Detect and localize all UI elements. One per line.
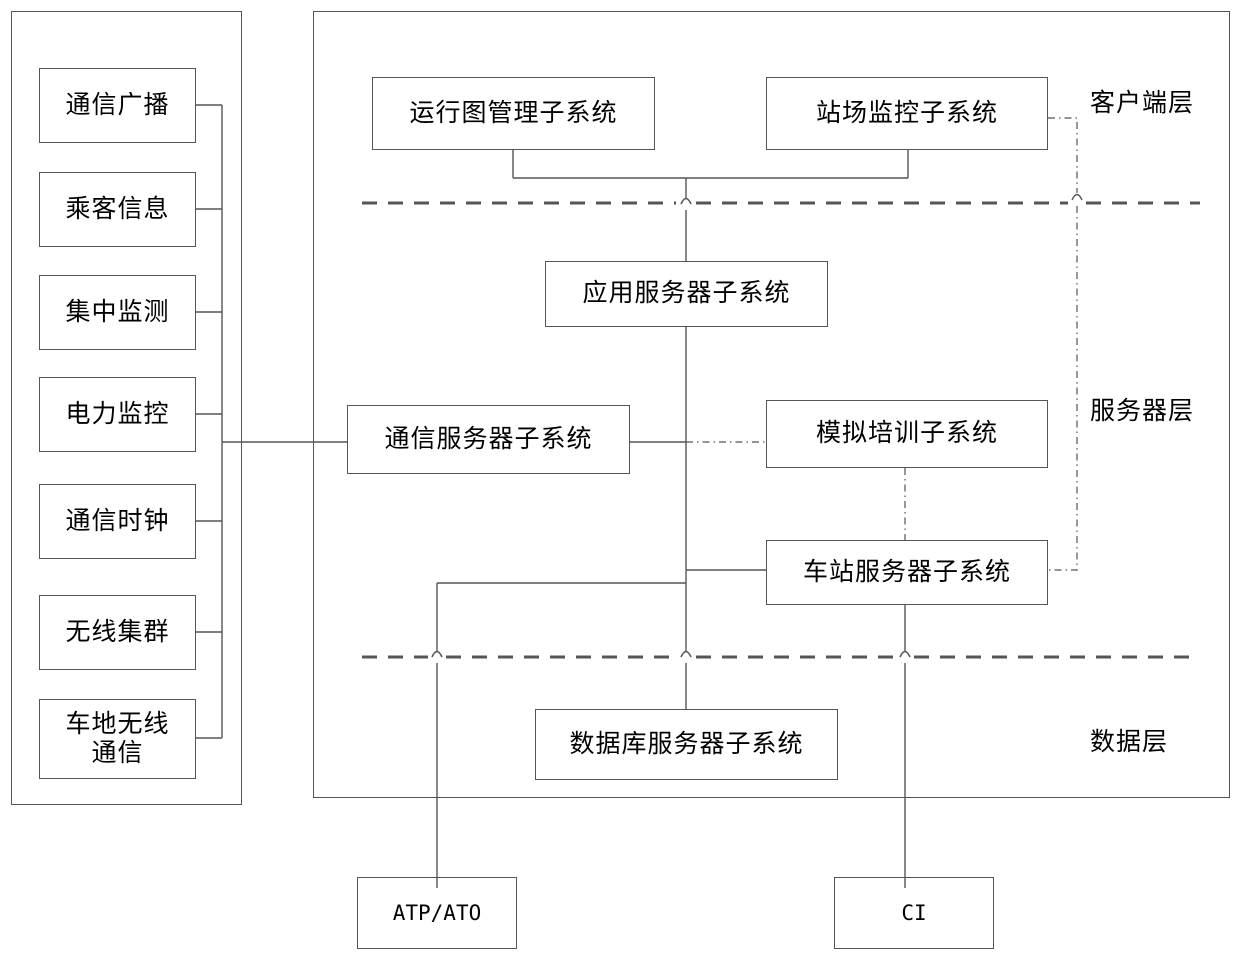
layer-label-server: 服务器层 xyxy=(1090,398,1195,425)
node-label: 模拟培训子系统 xyxy=(815,420,998,448)
node-label: 通信服务器子系统 xyxy=(384,425,593,453)
node-yard-monitoring[interactable]: 站场监控子系统 xyxy=(766,77,1048,150)
layer-label-data: 数据层 xyxy=(1090,729,1169,756)
node-station-server[interactable]: 车站服务器子系统 xyxy=(766,540,1048,605)
node-label: 车站服务器子系统 xyxy=(802,558,1011,586)
node-ci[interactable]: CI xyxy=(834,877,994,949)
layer-label-client: 客户端层 xyxy=(1090,90,1195,117)
node-label: 无线集群 xyxy=(65,618,170,646)
node-communication-server[interactable]: 通信服务器子系统 xyxy=(347,405,630,474)
node-comm-broadcast[interactable]: 通信广播 xyxy=(39,68,196,143)
node-comm-clock[interactable]: 通信时钟 xyxy=(39,484,196,559)
node-central-monitoring[interactable]: 集中监测 xyxy=(39,275,196,350)
node-application-server[interactable]: 应用服务器子系统 xyxy=(545,261,828,327)
node-wireless-trunking[interactable]: 无线集群 xyxy=(39,595,196,670)
architecture-diagram: 通信广播 乘客信息 集中监测 电力监控 通信时钟 无线集群 车地无线 通信 运行… xyxy=(0,0,1240,956)
node-label: 站场监控子系统 xyxy=(815,99,998,127)
node-train-ground-wireless[interactable]: 车地无线 通信 xyxy=(39,699,196,779)
node-label: 应用服务器子系统 xyxy=(582,280,791,308)
node-label: 集中监测 xyxy=(65,298,170,326)
node-label: ATP/ATO xyxy=(392,900,482,925)
node-passenger-info[interactable]: 乘客信息 xyxy=(39,172,196,247)
node-label: 电力监控 xyxy=(65,400,170,428)
node-label: 数据库服务器子系统 xyxy=(569,730,804,758)
node-label: 乘客信息 xyxy=(65,195,170,223)
node-label: CI xyxy=(901,900,927,925)
node-atp-ato[interactable]: ATP/ATO xyxy=(357,877,517,949)
node-label: 通信广播 xyxy=(65,91,170,119)
node-label: 通信时钟 xyxy=(65,507,170,535)
node-label: 车地无线 通信 xyxy=(65,710,170,768)
node-power-monitoring[interactable]: 电力监控 xyxy=(39,377,196,452)
node-simulation-training[interactable]: 模拟培训子系统 xyxy=(766,400,1048,468)
node-database-server[interactable]: 数据库服务器子系统 xyxy=(535,709,838,780)
node-timetable-management[interactable]: 运行图管理子系统 xyxy=(372,77,655,150)
node-label: 运行图管理子系统 xyxy=(409,99,618,127)
